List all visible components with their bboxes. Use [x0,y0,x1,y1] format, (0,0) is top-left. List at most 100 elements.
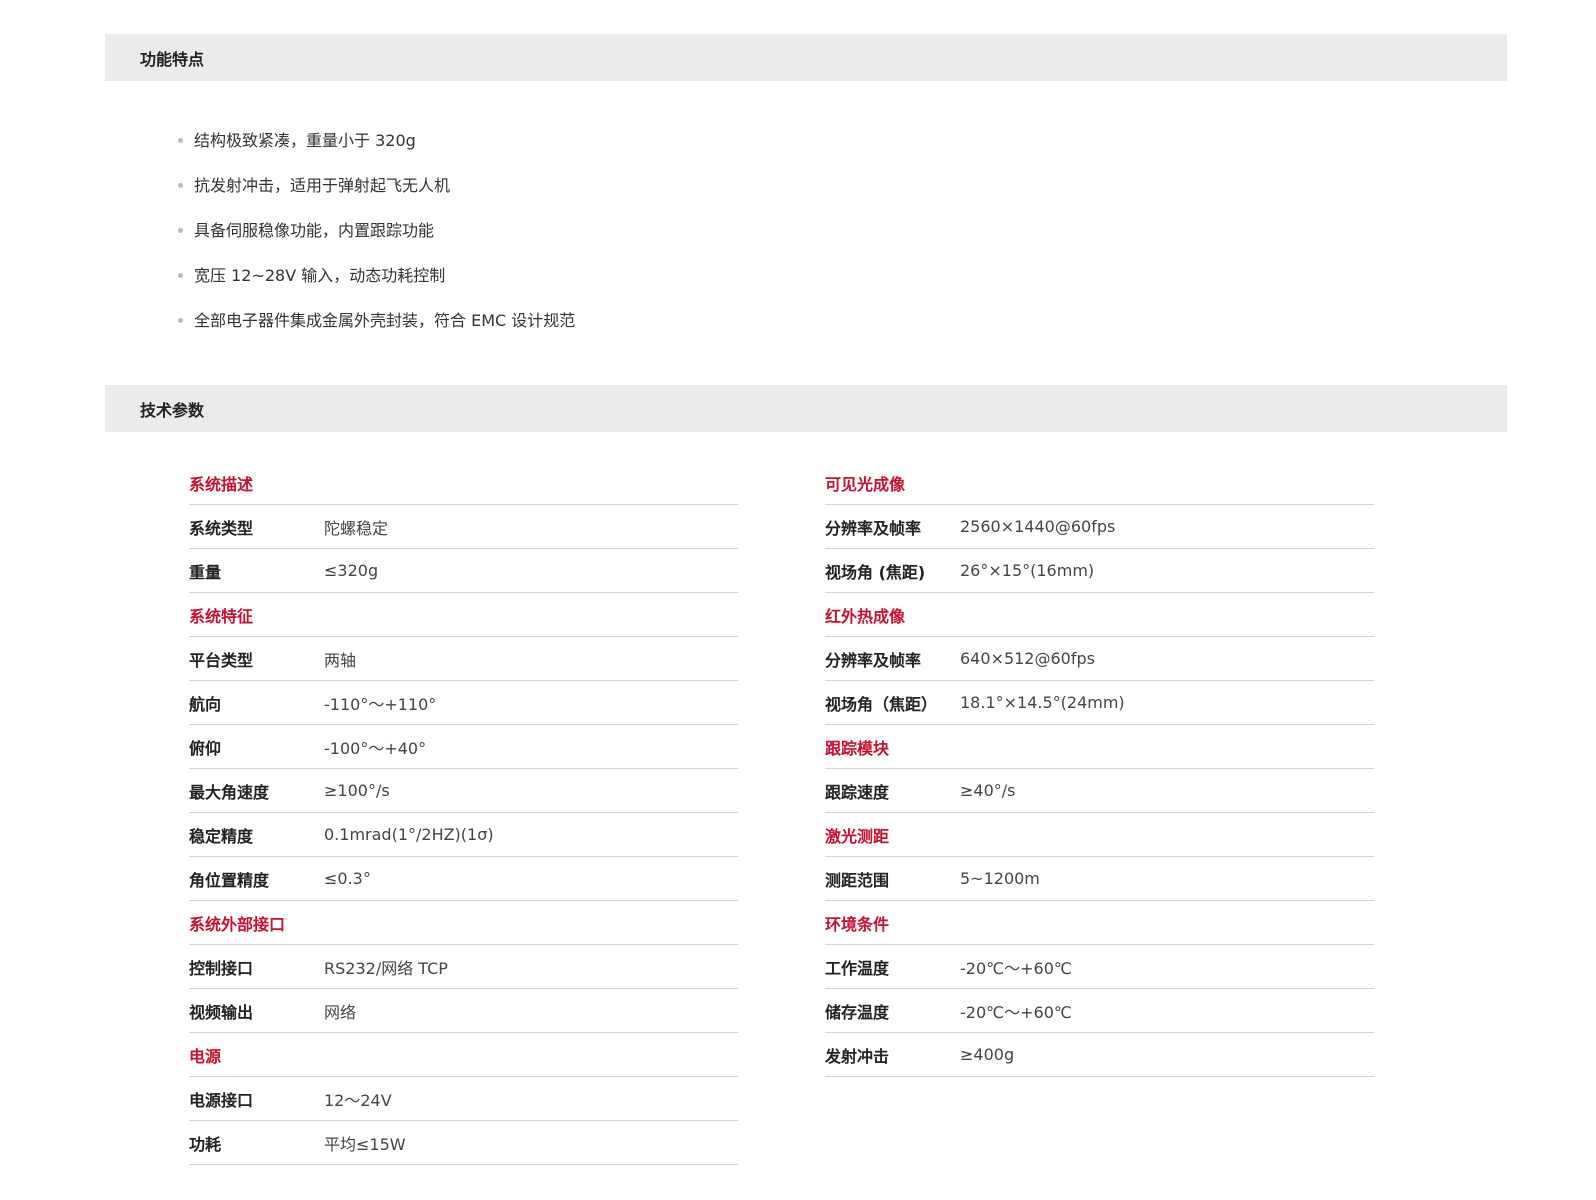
feature-item: 全部电子器件集成金属外壳封装，符合 EMC 设计规范 [178,298,575,343]
spec-value: ≤0.3° [324,869,371,888]
spec-value: 网络 [324,1002,357,1022]
spec-row: 俯仰 -100°～+40° [189,725,738,769]
spec-label: 平台类型 [189,650,254,670]
spec-row: 重量 ≤320g [189,549,738,593]
spec-value: ≥100°/s [324,781,390,800]
spec-row: 平台类型 两轴 [189,637,738,681]
spec-value: 26°×15°(16mm) [960,561,1095,580]
feature-item: 具备伺服稳像功能，内置跟踪功能 [178,208,575,253]
spec-value: -20℃～+60℃ [960,958,1072,978]
spec-label: 测距范围 [825,870,890,890]
spec-row: 视场角 (焦距) 26°×15°(16mm) [825,549,1374,593]
group-title: 系统描述 [189,474,254,494]
spec-label: 系统类型 [189,518,254,538]
feature-item: 抗发射冲击，适用于弹射起飞无人机 [178,163,575,208]
spec-row: 最大角速度 ≥100°/s [189,769,738,813]
spec-row: 功耗 平均≤15W [189,1121,738,1165]
spec-row: 电源接口 12～24V [189,1077,738,1121]
bullet-dot-icon [178,318,183,323]
spec-label: 工作温度 [825,958,890,978]
spec-value: 陀螺稳定 [324,518,389,538]
spec-row: 航向 -110°～+110° [189,681,738,725]
spec-label: 功耗 [189,1134,222,1154]
spec-value: 平均≤15W [324,1134,406,1154]
spec-row: 控制接口 RS232/网络 TCP [189,945,738,989]
group-title: 激光测距 [825,826,890,846]
group-title: 红外热成像 [825,606,906,626]
spec-value: ≥400g [960,1045,1015,1064]
group-title: 电源 [189,1046,222,1066]
spec-row: 测距范围 5~1200m [825,857,1374,901]
spec-value: -110°～+110° [324,694,437,714]
group-title: 系统外部接口 [189,914,286,934]
features-section-title: 功能特点 [140,49,205,69]
feature-item: 宽压 12~28V 输入，动态功耗控制 [178,253,575,298]
spec-label: 稳定精度 [189,826,254,846]
features-section-header: 功能特点 [105,34,1507,81]
spec-label: 控制接口 [189,958,254,978]
spec-group-header: 系统外部接口 [189,901,738,945]
spec-label: 最大角速度 [189,782,270,802]
spec-value: 5~1200m [960,869,1040,888]
feature-text: 具备伺服稳像功能，内置跟踪功能 [194,221,435,240]
feature-text: 抗发射冲击，适用于弹射起飞无人机 [194,176,451,195]
spec-group-header: 跟踪模块 [825,725,1374,769]
spec-value: 18.1°×14.5°(24mm) [960,693,1125,712]
feature-item: 结构极致紧凑，重量小于 320g [178,118,575,163]
spec-label: 分辨率及帧率 [825,518,922,538]
spec-table-right: 可见光成像 分辨率及帧率 2560×1440@60fps 视场角 (焦距) 26°×… [825,461,1374,1077]
specs-section-header: 技术参数 [105,385,1507,432]
spec-row: 视频输出 网络 [189,989,738,1033]
spec-value: ≥40°/s [960,781,1016,800]
spec-label: 分辨率及帧率 [825,650,922,670]
spec-row: 跟踪速度 ≥40°/s [825,769,1374,813]
spec-label: 跟踪速度 [825,782,890,802]
spec-label: 发射冲击 [825,1046,890,1066]
spec-group-header: 环境条件 [825,901,1374,945]
spec-value: 640×512@60fps [960,649,1095,668]
spec-label: 重量 [189,562,222,582]
spec-row: 发射冲击 ≥400g [825,1033,1374,1077]
spec-value: 2560×1440@60fps [960,517,1116,536]
spec-group-header: 系统特征 [189,593,738,637]
spec-label: 电源接口 [189,1090,254,1110]
group-title: 系统特征 [189,606,254,626]
feature-list: 结构极致紧凑，重量小于 320g 抗发射冲击，适用于弹射起飞无人机 具备伺服稳像… [178,118,575,343]
spec-row: 稳定精度 0.1mrad(1°/2HZ)(1σ) [189,813,738,857]
spec-label: 储存温度 [825,1002,890,1022]
spec-group-header: 系统描述 [189,461,738,505]
spec-label: 视场角 (焦距) [825,562,926,582]
spec-value: -20℃～+60℃ [960,1002,1072,1022]
group-title: 环境条件 [825,914,890,934]
bullet-dot-icon [178,273,183,278]
spec-label: 视频输出 [189,1002,254,1022]
feature-text: 结构极致紧凑，重量小于 320g [194,131,416,150]
spec-row: 工作温度 -20℃～+60℃ [825,945,1374,989]
group-title: 可见光成像 [825,474,906,494]
spec-row: 分辨率及帧率 2560×1440@60fps [825,505,1374,549]
bullet-dot-icon [178,138,183,143]
spec-label: 航向 [189,694,222,714]
spec-row: 视场角（焦距） 18.1°×14.5°(24mm) [825,681,1374,725]
spec-table-left: 系统描述 系统类型 陀螺稳定 重量 ≤320g 系统特征 平台类型 两轴 航向 -110… [189,461,738,1165]
spec-group-header: 红外热成像 [825,593,1374,637]
spec-value: 0.1mrad(1°/2HZ)(1σ) [324,825,494,844]
spec-value: 12～24V [324,1090,392,1110]
spec-value: 两轴 [324,650,357,670]
feature-text: 宽压 12~28V 输入，动态功耗控制 [194,266,446,285]
bullet-dot-icon [178,228,183,233]
spec-value: -100°～+40° [324,738,427,758]
feature-text: 全部电子器件集成金属外壳封装，符合 EMC 设计规范 [194,311,576,330]
spec-group-header: 电源 [189,1033,738,1077]
spec-group-header: 可见光成像 [825,461,1374,505]
bullet-dot-icon [178,183,183,188]
spec-row: 角位置精度 ≤0.3° [189,857,738,901]
spec-group-header: 激光测距 [825,813,1374,857]
spec-label: 俯仰 [189,738,222,758]
spec-row: 分辨率及帧率 640×512@60fps [825,637,1374,681]
spec-value: ≤320g [324,561,379,580]
spec-label: 视场角（焦距） [825,694,938,714]
spec-row: 储存温度 -20℃～+60℃ [825,989,1374,1033]
spec-label: 角位置精度 [189,870,270,890]
group-title: 跟踪模块 [825,738,890,758]
